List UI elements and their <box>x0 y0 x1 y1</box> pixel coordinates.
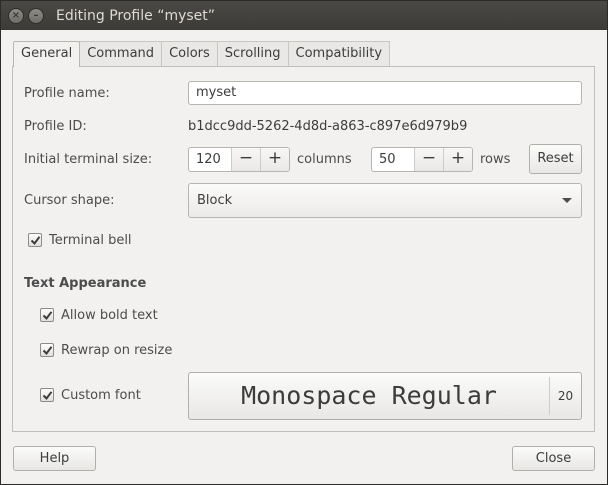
checkmark-icon <box>42 391 53 401</box>
rows-increment-button[interactable]: + <box>443 148 472 171</box>
columns-label: columns <box>297 152 352 167</box>
profile-editor-window: × – Editing Profile “myset” General Comm… <box>0 0 608 485</box>
tab-scrolling[interactable]: Scrolling <box>216 41 289 66</box>
profile-name-field[interactable]: myset <box>188 81 582 105</box>
cursor-shape-label: Cursor shape: <box>24 193 115 208</box>
terminal-bell-label: Terminal bell <box>49 233 132 248</box>
custom-font-label: Custom font <box>61 388 141 403</box>
terminal-size-label: Initial terminal size: <box>24 152 153 167</box>
rewrap-label: Rewrap on resize <box>61 343 173 358</box>
profile-id-value: b1dcc9dd-5262-4d8d-a863-c897e6d979b9 <box>188 119 468 134</box>
tab-command[interactable]: Command <box>79 41 163 66</box>
custom-font-checkbox[interactable] <box>40 388 54 402</box>
close-button[interactable]: Close <box>512 446 595 471</box>
terminal-bell-checkbox[interactable] <box>28 233 42 247</box>
reset-button[interactable]: Reset <box>529 144 582 174</box>
font-size: 20 <box>557 389 574 403</box>
minimize-icon[interactable]: – <box>28 7 44 24</box>
columns-stepper[interactable]: 120 − + <box>188 147 290 172</box>
allow-bold-checkbox[interactable] <box>40 308 54 322</box>
columns-increment-button[interactable]: + <box>260 148 289 171</box>
title-bar: × – Editing Profile “myset” <box>1 1 607 30</box>
chevron-down-icon <box>562 198 572 203</box>
rows-decrement-button[interactable]: − <box>414 148 443 171</box>
tab-colors[interactable]: Colors <box>161 41 218 66</box>
tab-bar: General Command Colors Scrolling Compati… <box>13 41 391 67</box>
help-button[interactable]: Help <box>13 446 96 471</box>
checkmark-icon <box>42 311 53 321</box>
cursor-shape-dropdown[interactable]: Block <box>188 183 582 218</box>
allow-bold-label: Allow bold text <box>61 308 158 323</box>
text-appearance-heading: Text Appearance <box>24 276 147 291</box>
rows-label: rows <box>480 152 511 167</box>
profile-name-label: Profile name: <box>24 86 110 101</box>
columns-value[interactable]: 120 <box>189 148 231 171</box>
window-title: Editing Profile “myset” <box>56 7 216 24</box>
checkmark-icon <box>30 236 41 246</box>
font-name: Monospace Regular <box>241 381 497 410</box>
columns-decrement-button[interactable]: − <box>231 148 260 171</box>
close-icon[interactable]: × <box>8 7 24 24</box>
rewrap-checkbox[interactable] <box>40 343 54 357</box>
profile-id-label: Profile ID: <box>24 119 87 134</box>
tab-general[interactable]: General <box>13 41 81 67</box>
rows-value[interactable]: 50 <box>372 148 414 171</box>
cursor-shape-value: Block <box>197 193 233 208</box>
checkmark-icon <box>42 346 53 356</box>
rows-stepper[interactable]: 50 − + <box>371 147 473 172</box>
font-chooser-button[interactable]: Monospace Regular 20 <box>188 372 582 420</box>
tab-compatibility[interactable]: Compatibility <box>287 41 391 66</box>
